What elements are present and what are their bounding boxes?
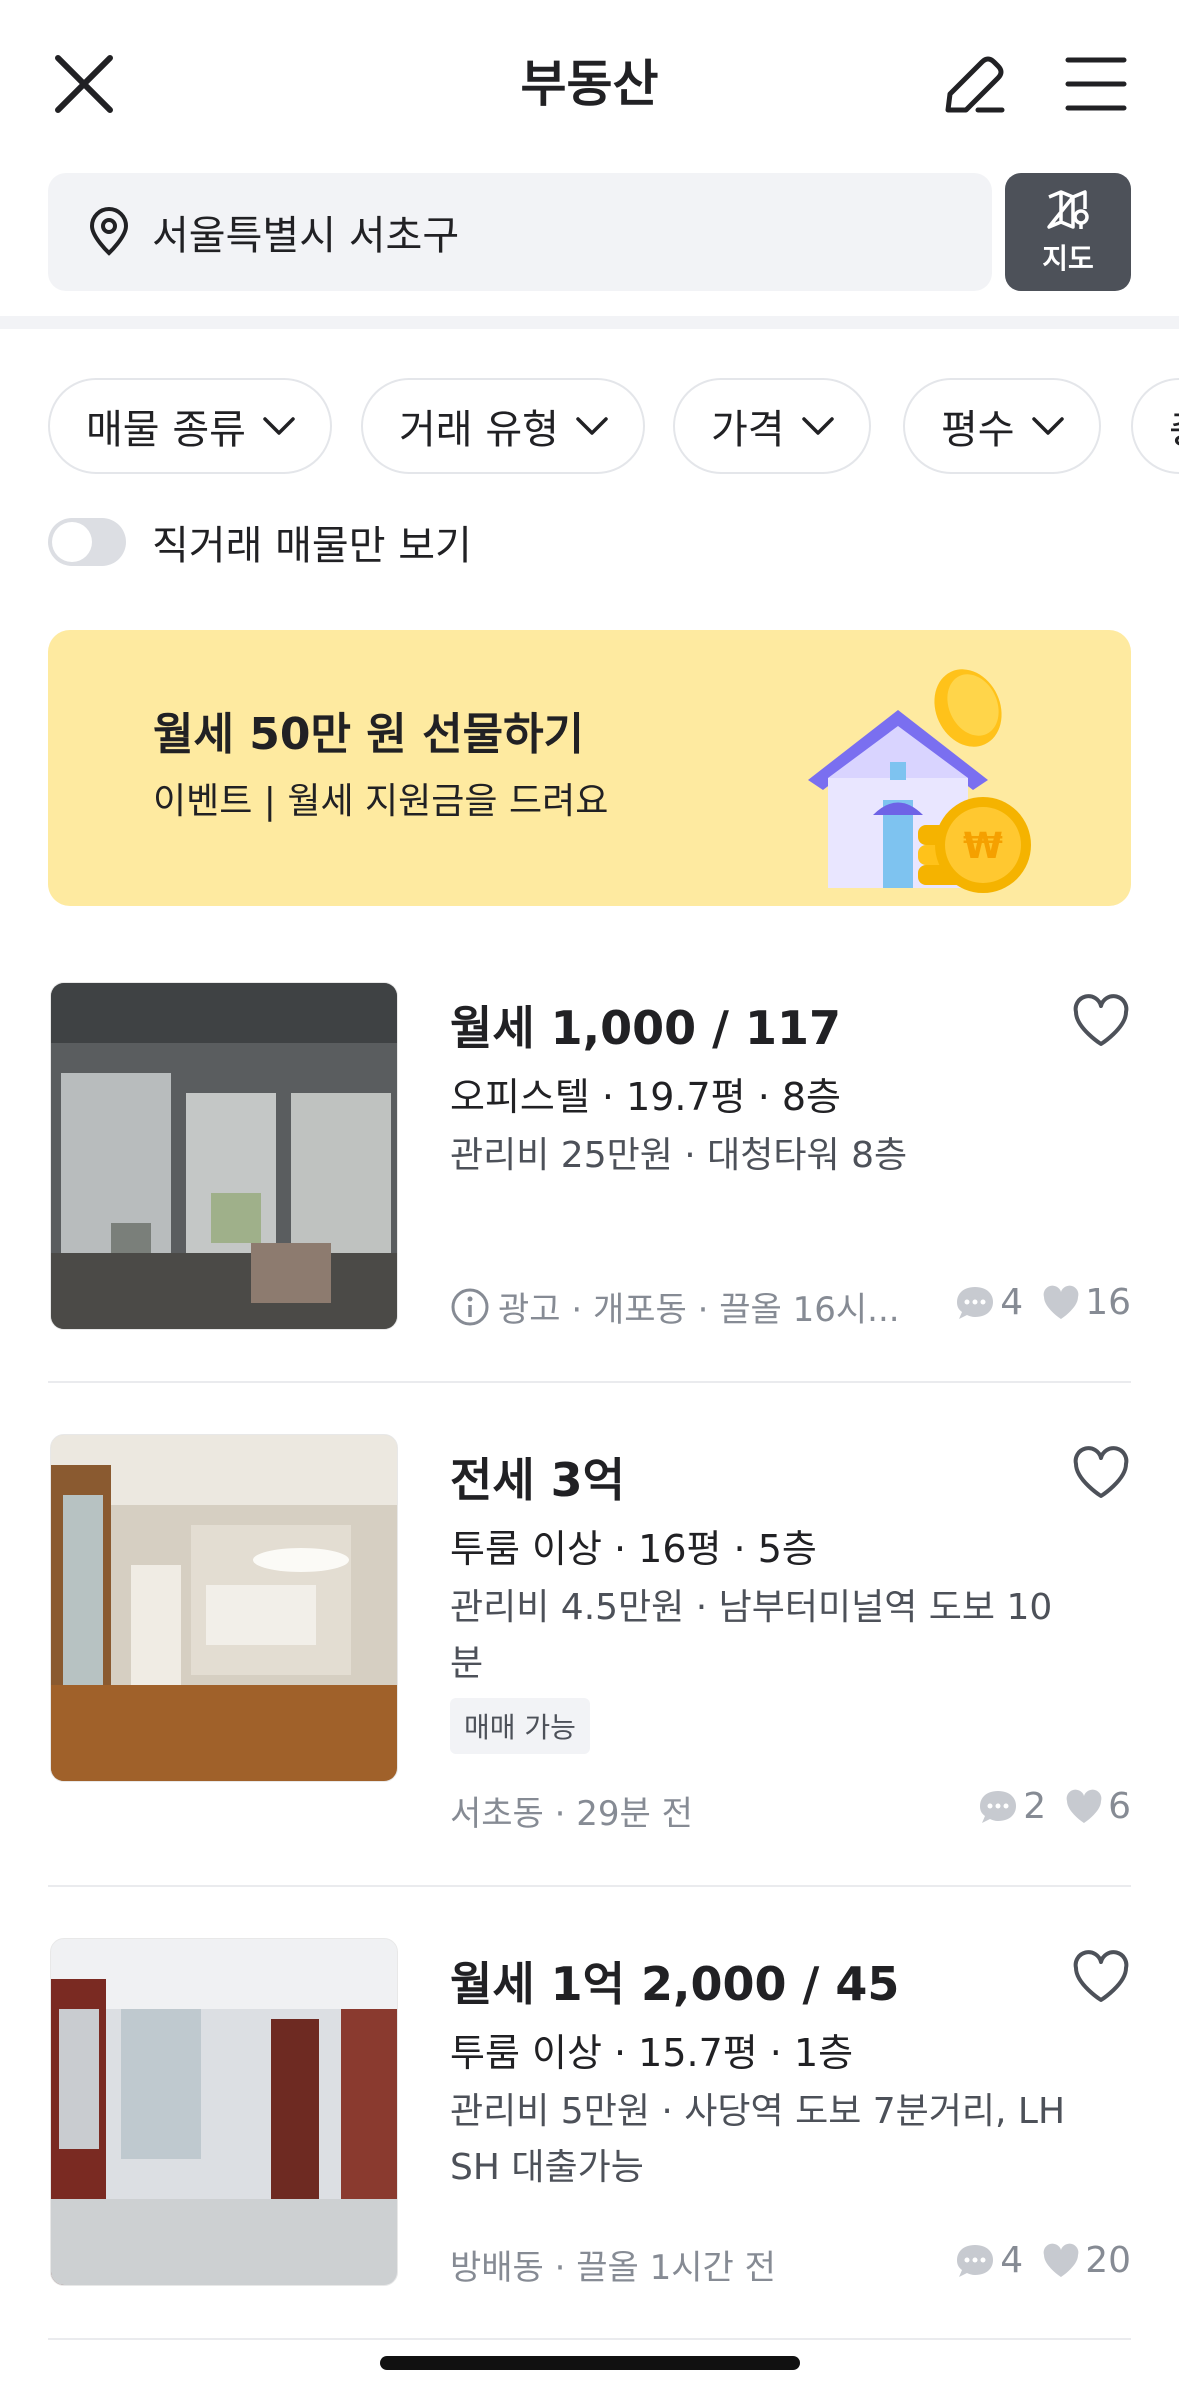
chat-bubble-icon: [957, 1286, 994, 1319]
chip-label: 평수: [941, 407, 1015, 453]
listing-meta: 서초동 · 29분 전: [450, 1786, 693, 1835]
toggle-label: 직거래 매물만 보기: [152, 523, 472, 569]
filter-chip-bar: 매물 종류 거래 유형 가격 평수 층: [48, 378, 1179, 474]
listing-detail: 관리비 5만원 · 사당역 도보 7분거리, LH SH 대출가능: [450, 2091, 1066, 2188]
listing-spec: 투룸 이상 · 16평 · 5층: [450, 1527, 817, 1571]
chevron-down-icon: [263, 417, 295, 435]
listing-item[interactable]: 전세 3억 투룸 이상 · 16평 · 5층 관리비 4.5만원 · 남부터미널…: [48, 1434, 1131, 1834]
listing-stats: 4 20: [954, 2240, 1131, 2281]
listing-spec: 투룸 이상 · 15.7평 · 1층: [450, 2031, 854, 2075]
listing-meta-text: 방배동 · 끌올 1시간 전: [450, 2248, 776, 2288]
heart-filled-icon: [1066, 1789, 1102, 1823]
house-coins-illustration: ₩: [808, 669, 1031, 893]
top-bar: 부동산: [0, 0, 1179, 165]
listing-meta-text: 서초동 · 29분 전: [450, 1794, 693, 1834]
listing-item[interactable]: 월세 1,000 / 117 오피스텔 · 19.7평 · 8층 관리비 25만…: [48, 982, 1131, 1332]
location-search-field[interactable]: 서울특별시 서초구: [48, 173, 992, 291]
banner-title: 월세 50만 원 선물하기: [153, 709, 585, 760]
heart-icon[interactable]: [1071, 994, 1131, 1050]
event-banner[interactable]: 월세 50만 원 선물하기 이벤트 | 월세 지원금을 드려요 ₩: [48, 630, 1131, 906]
filter-chip-floor[interactable]: 층: [1131, 378, 1179, 474]
like-count: 16: [1085, 1282, 1131, 1323]
toggle-knob: [52, 522, 92, 562]
direct-deal-toggle[interactable]: [48, 518, 126, 566]
heart-filled-icon: [1043, 1285, 1079, 1319]
chip-label: 가격: [711, 407, 785, 453]
listing-stats: 4 16: [954, 1282, 1131, 1323]
chip-label: 층: [1169, 397, 1179, 455]
svg-text:₩: ₩: [963, 826, 1003, 867]
map-icon: [1047, 190, 1089, 229]
location-pin-icon: [89, 207, 129, 256]
listing-price: 월세 1억 2,000 / 45: [450, 1957, 900, 2011]
pencil-icon[interactable]: [936, 48, 1012, 124]
listing-stats: 2 6: [977, 1786, 1131, 1827]
info-icon: [451, 1288, 489, 1325]
listing-detail: 관리비 4.5만원 · 남부터미널역 도보 10분: [450, 1587, 1053, 1684]
filter-chip-property-type[interactable]: 매물 종류: [48, 378, 332, 474]
listing-detail: 관리비 25만원 · 대청타워 8층: [450, 1135, 908, 1176]
filter-chip-price[interactable]: 가격: [673, 378, 871, 474]
chat-count: 4: [1000, 2240, 1024, 2281]
like-count: 20: [1085, 2240, 1131, 2281]
chip-label: 매물 종류: [86, 407, 246, 453]
hamburger-menu-icon[interactable]: [1060, 48, 1132, 120]
listing-divider: [48, 2338, 1131, 2340]
chat-count: 4: [1000, 1282, 1024, 1323]
listing-photo: [50, 982, 398, 1330]
listing-meta: 방배동 · 끌올 1시간 전: [450, 2240, 776, 2289]
filter-chip-area[interactable]: 평수: [903, 378, 1101, 474]
location-text: 서울특별시 서초구: [152, 213, 460, 259]
heart-icon[interactable]: [1071, 1446, 1131, 1502]
sale-available-badge: 매매 가능: [450, 1698, 590, 1754]
listing-item[interactable]: 월세 1억 2,000 / 45 투룸 이상 · 15.7평 · 1층 관리비 …: [48, 1938, 1131, 2288]
filter-chip-deal-type[interactable]: 거래 유형: [361, 378, 645, 474]
direct-deal-toggle-row[interactable]: 직거래 매물만 보기: [48, 512, 472, 572]
listing-meta-text: 광고 · 개포동 · 끌올 16시...: [498, 1290, 900, 1330]
listing-divider: [48, 1381, 1131, 1383]
map-button[interactable]: 지도: [1005, 173, 1131, 291]
like-count: 6: [1108, 1786, 1131, 1827]
chat-bubble-icon: [980, 1790, 1017, 1823]
listing-photo: [50, 1938, 398, 2286]
banner-subtitle: 이벤트 | 월세 지원금을 드려요: [153, 781, 609, 822]
chip-label: 거래 유형: [399, 407, 559, 453]
chevron-down-icon: [801, 417, 834, 435]
chevron-down-icon: [576, 417, 608, 435]
listing-meta: 광고 · 개포동 · 끌올 16시...: [450, 1282, 900, 1331]
listing-spec: 오피스텔 · 19.7평 · 8층: [450, 1075, 842, 1119]
chat-count: 2: [1023, 1786, 1047, 1827]
chat-bubble-icon: [957, 2244, 994, 2277]
heart-icon[interactable]: [1071, 1950, 1131, 2006]
listing-price: 전세 3억: [450, 1453, 625, 1507]
chevron-down-icon: [1031, 417, 1064, 435]
map-button-label: 지도: [1042, 242, 1094, 275]
listing-divider: [48, 1885, 1131, 1887]
home-indicator[interactable]: [380, 2356, 800, 2370]
section-divider: [0, 316, 1179, 329]
listing-photo: [50, 1434, 398, 1782]
listing-price: 월세 1,000 / 117: [450, 1001, 842, 1055]
heart-filled-icon: [1043, 2243, 1079, 2277]
